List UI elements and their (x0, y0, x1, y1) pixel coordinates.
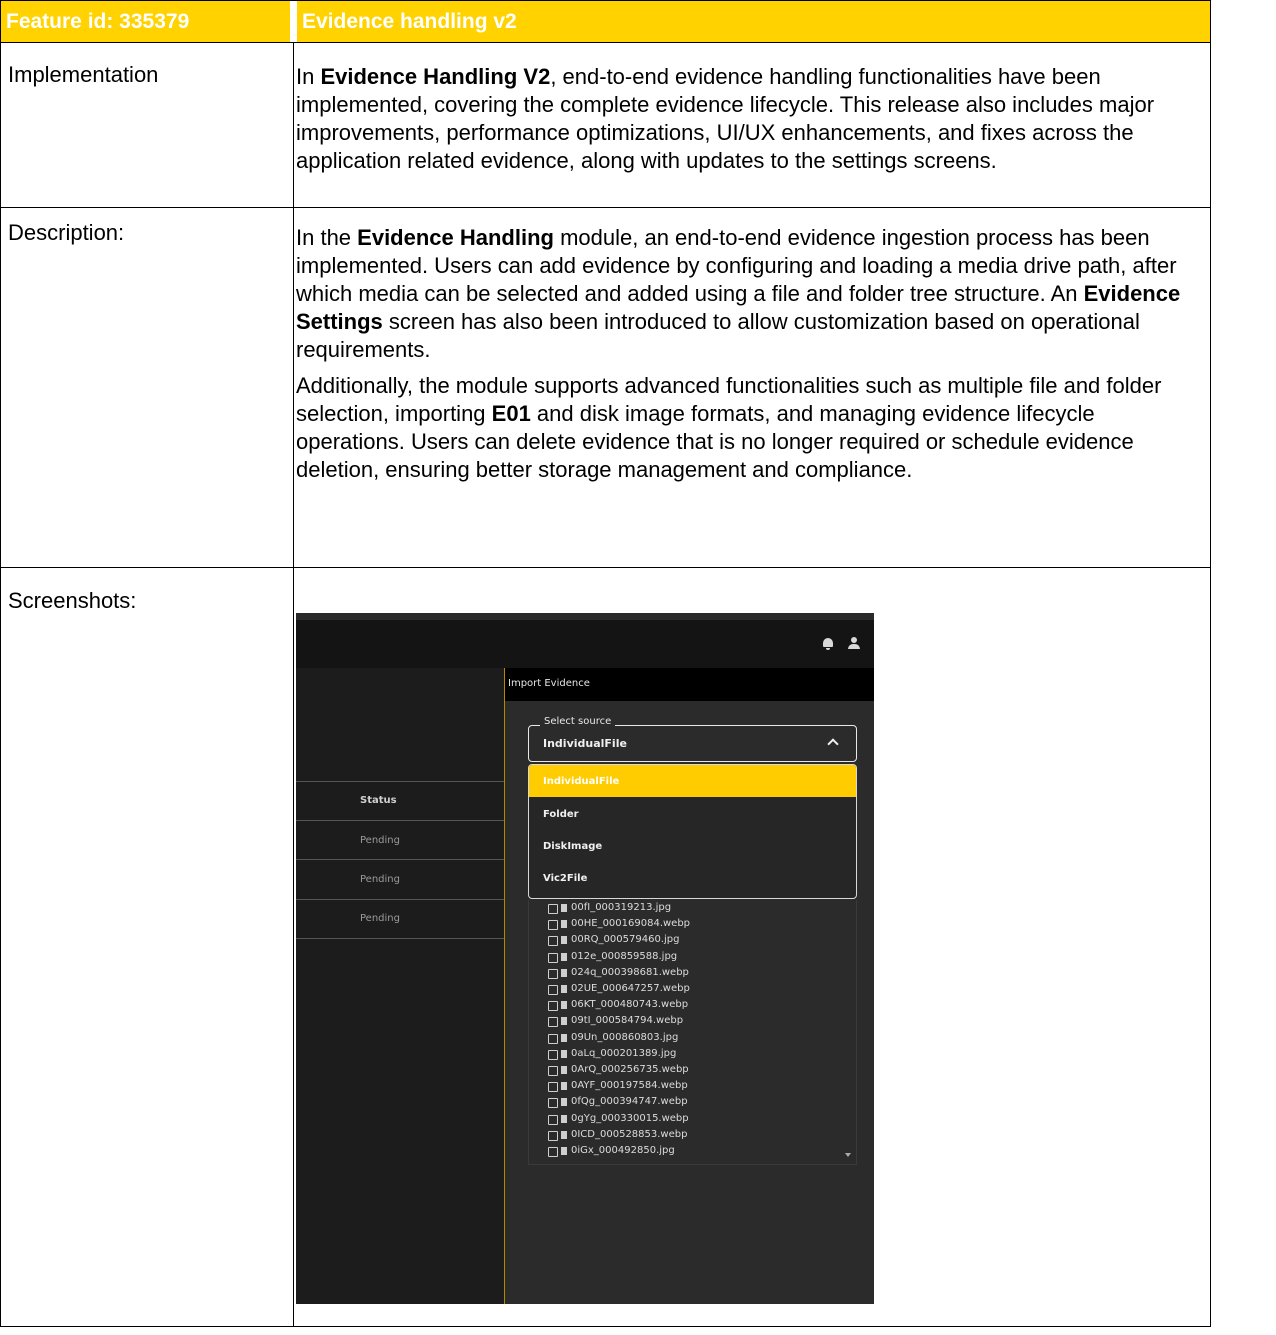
file-name: 00HE_000169084.webp (571, 918, 691, 930)
feature-name-cell: Evidence handling v2 (297, 1, 1210, 42)
description-label: Description: (8, 220, 125, 245)
file-icon (561, 936, 567, 945)
file-icon (561, 904, 567, 912)
checkbox-icon[interactable] (548, 952, 558, 963)
file-icon (561, 1049, 567, 1058)
scroll-down-icon[interactable] (845, 1153, 851, 1157)
bold-term: Evidence Handling (357, 225, 554, 250)
evidence-screenshot: Status Pending Pending Pending Import Ev… (296, 613, 874, 1304)
text-run: screen has also been introduced to allow… (296, 309, 1140, 362)
import-evidence-title: Import Evidence (508, 678, 590, 689)
implementation-label: Implementation (8, 62, 159, 87)
checkbox-icon[interactable] (548, 936, 558, 947)
option-folder[interactable]: Folder (529, 798, 856, 830)
feature-table: Feature id: 335379 Evidence handling v2 … (0, 0, 1211, 1327)
option-vic2file[interactable]: Vic2File (529, 862, 856, 894)
file-name: 012e_000859588.jpg (571, 950, 678, 962)
file-name: 0AYF_000197584.webp (571, 1080, 688, 1092)
file-name: 0fQg_000394747.webp (571, 1096, 688, 1108)
file-name: 02UE_000647257.webp (571, 983, 690, 994)
option-diskimage[interactable]: DiskImage (529, 830, 856, 862)
file-icon (561, 1147, 567, 1155)
file-icon (561, 985, 567, 993)
checkbox-icon[interactable] (548, 1033, 558, 1044)
file-icon (561, 1017, 567, 1026)
file-icon (561, 1066, 567, 1074)
status-cell: Pending (360, 835, 400, 846)
checkbox-icon[interactable] (548, 968, 558, 979)
source-dropdown-menu: IndividualFile Folder DiskImage Vic2File (528, 764, 857, 899)
file-name: 0ArQ_000256735.webp (571, 1064, 689, 1075)
file-icon (561, 1033, 567, 1042)
checkbox-icon[interactable] (548, 1017, 558, 1028)
checkbox-icon[interactable] (548, 1098, 558, 1109)
file-name: 0iGx_000492850.jpg (571, 1145, 675, 1156)
checkbox-icon[interactable] (548, 1082, 558, 1093)
description-paragraph-2: Additionally, the module supports advanc… (296, 372, 1203, 484)
text-run: In the (296, 225, 358, 250)
description-text: In the Evidence Handling module, an end-… (293, 221, 1209, 492)
status-column-header[interactable]: Status (360, 795, 397, 806)
evidence-list-pane (296, 668, 504, 1304)
file-icon (561, 1098, 567, 1107)
file-icon (561, 1130, 567, 1139)
checkbox-icon[interactable] (548, 1001, 558, 1012)
screenshots-label: Screenshots: (8, 588, 137, 613)
file-name: 09Un_000860803.jpg (571, 1031, 679, 1043)
file-name: 09tI_000584794.webp (571, 1015, 684, 1027)
file-name: 0ICD_000528853.webp (571, 1128, 688, 1140)
bell-icon[interactable] (823, 638, 833, 650)
select-source-value: IndividualFile (543, 737, 627, 750)
checkbox-icon[interactable] (548, 1066, 558, 1076)
file-icon (561, 920, 567, 929)
file-icon (561, 1082, 567, 1091)
bold-term: E01 (491, 401, 531, 426)
description-paragraph-1: In the Evidence Handling module, an end-… (296, 224, 1203, 364)
option-individualfile[interactable]: IndividualFile (529, 765, 856, 797)
file-name: 00RQ_000579460.jpg (571, 934, 680, 946)
checkbox-icon[interactable] (548, 1049, 558, 1060)
checkbox-icon[interactable] (548, 985, 558, 995)
feature-id-cell: Feature id: 335379 (1, 1, 290, 42)
checkbox-icon[interactable] (548, 904, 558, 914)
file-name: 0gYg_000330015.webp (571, 1112, 689, 1124)
implementation-text: In Evidence Handling V2, end-to-end evid… (293, 60, 1209, 183)
file-name: 06KT_000480743.webp (571, 999, 689, 1011)
select-source-label: Select source (540, 716, 616, 727)
bold-term: Evidence Handling V2 (320, 64, 551, 89)
checkbox-icon[interactable] (548, 1130, 558, 1141)
file-name: 0aLq_000201389.jpg (571, 1047, 677, 1059)
checkbox-icon[interactable] (548, 1114, 558, 1125)
implementation-paragraph: In Evidence Handling V2, end-to-end evid… (296, 63, 1203, 175)
file-icon (561, 1114, 567, 1123)
status-cell: Pending (360, 913, 400, 924)
file-icon (561, 968, 567, 977)
status-cell: Pending (360, 874, 400, 885)
file-name: 00fI_000319213.jpg (571, 902, 672, 913)
user-icon[interactable] (848, 637, 860, 649)
file-icon (561, 952, 567, 961)
app-topbar (296, 613, 874, 668)
checkbox-icon[interactable] (548, 1147, 558, 1157)
checkbox-icon[interactable] (548, 920, 558, 931)
file-icon (561, 1001, 567, 1010)
text-run: In (296, 64, 321, 89)
file-name: 024q_000398681.webp (571, 966, 689, 978)
